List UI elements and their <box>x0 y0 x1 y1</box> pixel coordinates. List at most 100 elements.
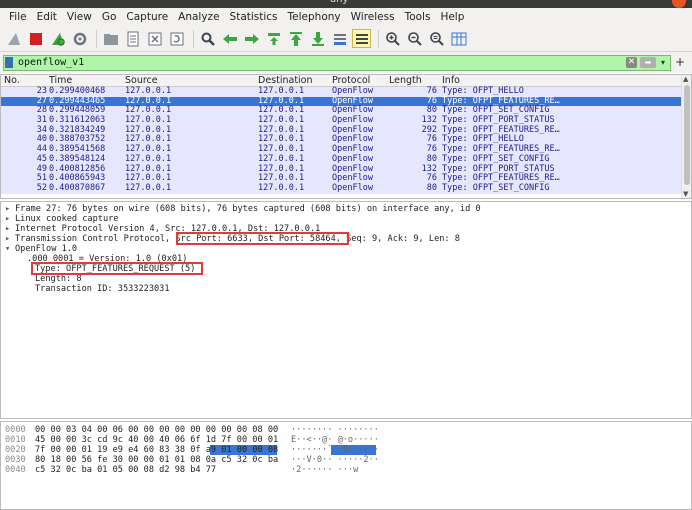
close-file-button[interactable] <box>145 29 164 48</box>
zoom-in-icon <box>385 31 400 46</box>
bytes-row: 0010 45 00 00 3c cd 9c 40 00 40 06 6f 1d… <box>5 435 691 445</box>
zoom-reset-icon <box>429 31 444 46</box>
go-back-button[interactable] <box>220 29 239 48</box>
collapse-arrow-icon[interactable]: ▾ <box>5 244 15 254</box>
menu-analyze[interactable]: Analyze <box>173 11 224 23</box>
bytes-offset: 0040 <box>5 465 26 475</box>
bytes-hex[interactable]: 80 18 00 56 fe 30 00 00 01 01 08 0a c5 3… <box>35 455 278 465</box>
go-to-packet-button[interactable] <box>264 29 283 48</box>
menu-edit[interactable]: Edit <box>32 11 62 23</box>
menu-statistics[interactable]: Statistics <box>225 11 283 23</box>
apply-filter-button[interactable]: ➡ <box>640 57 656 68</box>
zoom-in-button[interactable] <box>383 29 402 48</box>
detail-of-length[interactable]: Length: 8 <box>35 274 82 284</box>
restart-icon <box>51 32 65 46</box>
menu-wireless[interactable]: Wireless <box>346 11 400 23</box>
reload-icon <box>170 32 183 45</box>
cell-time: 0.400870867 <box>49 182 106 193</box>
clear-filter-button[interactable]: ✕ <box>626 57 637 68</box>
save-file-button[interactable] <box>123 29 142 48</box>
search-icon <box>201 32 215 46</box>
expand-arrow-icon[interactable]: ▸ <box>5 214 15 224</box>
cell-info: Type: OFPT_SET_CONFIG <box>442 182 550 193</box>
toolbar-separator <box>193 29 194 48</box>
toolbar-separator <box>378 29 379 48</box>
detail-linux-cooked[interactable]: ▸ Linux cooked capture <box>5 214 118 224</box>
menu-view[interactable]: View <box>62 11 97 23</box>
detail-openflow[interactable]: ▾ OpenFlow 1.0 <box>5 244 77 254</box>
arrow-up-bar-icon <box>289 31 302 46</box>
detail-frame[interactable]: ▸ Frame 27: 76 bytes on wire (608 bits), … <box>5 204 481 214</box>
menu-file[interactable]: File <box>4 11 32 23</box>
bytes-offset: 0010 <box>5 435 26 445</box>
menu-help[interactable]: Help <box>435 11 469 23</box>
arrow-right-icon <box>244 33 259 44</box>
gear-icon <box>73 32 86 45</box>
jump-icon <box>267 32 280 45</box>
expand-arrow-icon[interactable]: ▸ <box>5 234 15 244</box>
arrow-left-icon <box>222 33 237 44</box>
column-header-length[interactable]: Length <box>389 75 422 87</box>
expand-arrow-icon[interactable]: ▸ <box>5 204 15 214</box>
bytes-row: 0020 7f 00 00 01 19 e9 e4 60 83 38 0f a9… <box>5 445 691 455</box>
open-file-button[interactable] <box>101 29 120 48</box>
bytes-hex[interactable]: 7f 00 00 01 19 e9 e4 60 83 38 0f a9 01 0… <box>35 445 278 455</box>
capture-options-button[interactable] <box>70 29 89 48</box>
stop-icon <box>29 32 42 45</box>
scroll-down-icon[interactable]: ▼ <box>683 190 688 198</box>
auto-scroll-icon <box>333 33 346 45</box>
bytes-row: 0000 00 00 03 04 00 06 00 00 00 00 00 00… <box>5 425 691 435</box>
scrollbar-thumb[interactable] <box>684 85 690 185</box>
close-window-button[interactable] <box>672 0 686 8</box>
bookmark-icon[interactable] <box>5 57 13 68</box>
zoom-reset-button[interactable] <box>427 29 446 48</box>
find-packet-button[interactable] <box>198 29 217 48</box>
expand-arrow-icon[interactable]: ▸ <box>5 224 15 234</box>
packet-details: ▸ Frame 27: 76 bytes on wire (608 bits), … <box>0 201 692 419</box>
bytes-hex[interactable]: 45 00 00 3c cd 9c 40 00 40 06 6f 1d 7f 0… <box>35 435 278 445</box>
window-title: any <box>330 0 348 5</box>
menu-tools[interactable]: Tools <box>400 11 436 23</box>
zoom-out-button[interactable] <box>405 29 424 48</box>
bytes-ascii[interactable]: E··<··@· @·o····· <box>291 435 379 445</box>
bytes-ascii[interactable]: ·······` ·8······ <box>291 445 379 455</box>
bytes-hex[interactable]: 00 00 03 04 00 06 00 00 00 00 00 00 00 0… <box>35 425 278 435</box>
colorize-icon <box>355 33 368 44</box>
cell-destination: 127.0.0.1 <box>258 182 305 193</box>
packet-list-scrollbar[interactable]: ▲ ▼ <box>681 75 691 198</box>
scroll-up-icon[interactable]: ▲ <box>683 75 688 83</box>
packet-row[interactable]: 52 0.400870867 127.0.0.1 127.0.0.1 OpenFlow 8… <box>1 182 681 194</box>
auto-scroll-button[interactable] <box>330 29 349 48</box>
menu-telephony[interactable]: Telephony <box>283 11 346 23</box>
cell-source: 127.0.0.1 <box>125 182 172 193</box>
bytes-offset: 0000 <box>5 425 26 435</box>
bytes-ascii[interactable]: ···V·0·· ·····2·· <box>291 455 379 465</box>
add-filter-button[interactable]: + <box>675 55 685 69</box>
start-capture-button[interactable] <box>4 29 23 48</box>
detail-text: OpenFlow 1.0 <box>15 244 78 254</box>
go-forward-button[interactable] <box>242 29 261 48</box>
go-last-packet-button[interactable] <box>308 29 327 48</box>
stop-capture-button[interactable] <box>26 29 45 48</box>
display-filter-input[interactable]: openflow_v1 <box>3 55 671 71</box>
cell-protocol: OpenFlow <box>332 182 373 193</box>
detail-of-xid[interactable]: Transaction ID: 3533223031 <box>35 284 170 294</box>
resize-columns-button[interactable] <box>449 29 468 48</box>
reload-file-button[interactable] <box>167 29 186 48</box>
filter-history-dropdown[interactable]: ▾ <box>658 57 668 68</box>
packet-list[interactable]: No. Time Source Destination Protocol Len… <box>0 74 692 199</box>
go-first-packet-button[interactable] <box>286 29 305 48</box>
display-filter-bar: openflow_v1 ✕ ➡ ▾ + <box>0 52 692 73</box>
bytes-ascii[interactable]: ·2······ ···w <box>291 465 358 475</box>
bytes-hex[interactable]: c5 32 0c ba 01 05 00 08 d2 98 b4 77 <box>35 465 216 475</box>
cell-length: 80 <box>426 182 437 193</box>
menu-go[interactable]: Go <box>97 11 122 23</box>
port-highlight-box <box>176 232 349 245</box>
menu-capture[interactable]: Capture <box>121 11 173 23</box>
restart-capture-button[interactable] <box>48 29 67 48</box>
toolbar-separator <box>96 29 97 48</box>
folder-icon <box>103 33 118 45</box>
bytes-ascii[interactable]: ········ ········ <box>291 425 379 435</box>
column-header-no[interactable]: No. <box>4 75 20 87</box>
colorize-button[interactable] <box>352 29 371 48</box>
